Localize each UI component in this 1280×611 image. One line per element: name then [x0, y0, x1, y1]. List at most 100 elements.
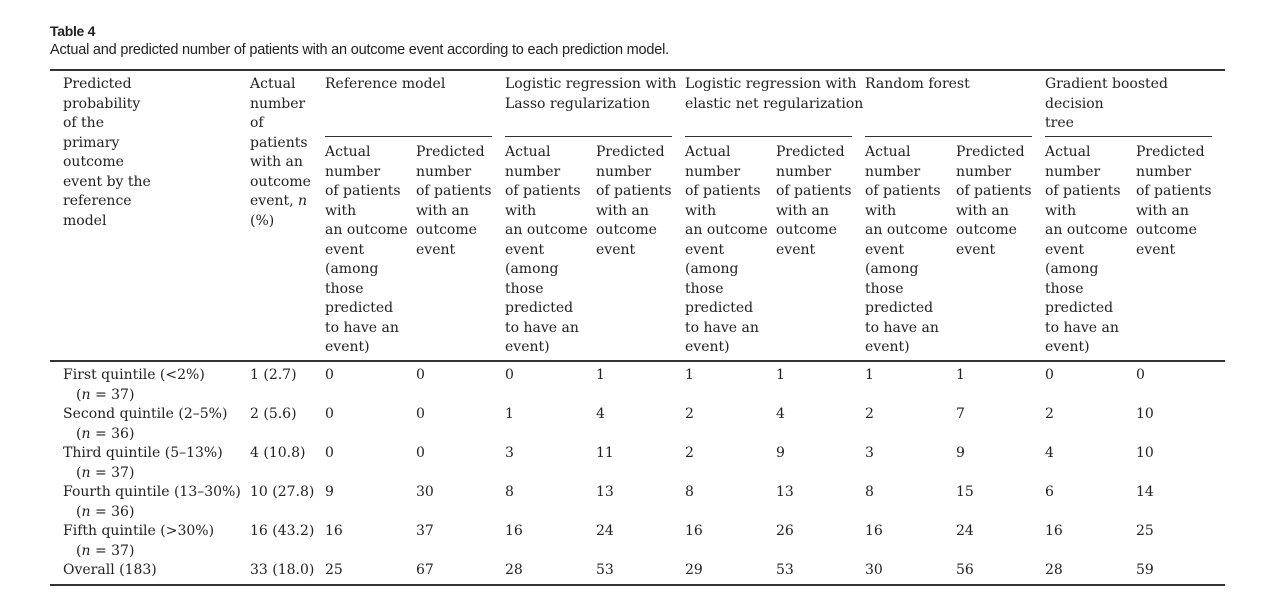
subheader-actual: Actual number of patients with an outcom… — [505, 144, 588, 355]
actual-value-cell: 2 — [685, 445, 694, 461]
actual-value-cell: 6 — [1045, 484, 1054, 500]
subheader-predicted: Predicted number of patients with an out… — [956, 144, 1032, 258]
predicted-value-cell: 4 — [776, 406, 785, 422]
predicted-value-cell: 59 — [1136, 562, 1154, 578]
predicted-value-cell: 15 — [956, 484, 974, 500]
predicted-value-cell: 24 — [596, 523, 614, 539]
actual-count-cell: 1 (2.7) — [250, 367, 297, 383]
predicted-value-cell: 11 — [596, 445, 614, 461]
actual-value-cell: 29 — [685, 562, 703, 578]
header-rule — [50, 360, 1225, 362]
group-rule-random-forest — [865, 136, 1032, 137]
group-rule-elastic-net — [685, 136, 852, 137]
predicted-value-cell: 0 — [416, 445, 425, 461]
actual-value-cell: 0 — [505, 367, 514, 383]
actual-value-cell: 1 — [685, 367, 694, 383]
row-label-text: Fourth quintile (13–30%) — [63, 484, 241, 500]
actual-value-cell: 0 — [325, 445, 334, 461]
row-label-text: Overall (183) — [63, 562, 157, 578]
row-label: First quintile (<2%) (n = 37) — [63, 366, 205, 405]
row-label-text: Fifth quintile (>30%) — [63, 523, 215, 539]
actual-value-cell: 0 — [325, 406, 334, 422]
row-label-n: (n = 37) — [76, 386, 135, 403]
actual-value-cell: 1 — [865, 367, 874, 383]
table-title: Actual and predicted number of patients … — [50, 42, 669, 58]
actual-value-cell: 1 — [505, 406, 514, 422]
header-model-random-forest: Random forest — [865, 76, 970, 92]
top-rule — [50, 69, 1225, 71]
actual-value-cell: 8 — [685, 484, 694, 500]
row-label-text: First quintile (<2%) — [63, 367, 205, 383]
predicted-value-cell: 7 — [956, 406, 965, 422]
subheader-predicted: Predicted number of patients with an out… — [776, 144, 852, 258]
actual-value-cell: 0 — [1045, 367, 1054, 383]
header-model-elastic-net: Logistic regression with elastic net reg… — [685, 76, 864, 112]
row-label: Fifth quintile (>30%) (n = 37) — [63, 522, 214, 561]
actual-count-cell: 16 (43.2) — [250, 523, 315, 539]
actual-count-cell: 33 (18.0) — [250, 562, 315, 578]
predicted-value-cell: 25 — [1136, 523, 1154, 539]
actual-value-cell: 9 — [325, 484, 334, 500]
actual-value-cell: 25 — [325, 562, 343, 578]
actual-count-cell: 4 (10.8) — [250, 445, 306, 461]
group-rule-lasso — [505, 136, 672, 137]
group-rule-reference — [325, 136, 492, 137]
predicted-value-cell: 53 — [776, 562, 794, 578]
predicted-value-cell: 10 — [1136, 445, 1154, 461]
row-label-text: Third quintile (5–13%) — [63, 445, 223, 461]
subheader-actual: Actual number of patients with an outcom… — [1045, 144, 1128, 355]
predicted-value-cell: 9 — [956, 445, 965, 461]
subheader-actual: Actual number of patients with an outcom… — [685, 144, 768, 355]
predicted-value-cell: 37 — [416, 523, 434, 539]
row-label: Second quintile (2–5%) (n = 36) — [63, 405, 227, 444]
actual-value-cell: 16 — [325, 523, 343, 539]
header-model-gradient-boosted: Gradient boosted decision tree — [1045, 76, 1168, 131]
predicted-value-cell: 1 — [776, 367, 785, 383]
actual-value-cell: 3 — [865, 445, 874, 461]
predicted-value-cell: 4 — [596, 406, 605, 422]
row-label-n: (n = 37) — [76, 464, 135, 481]
row-label: Fourth quintile (13–30%) (n = 36) — [63, 483, 241, 522]
actual-value-cell: 28 — [505, 562, 523, 578]
actual-value-cell: 8 — [865, 484, 874, 500]
row-label-n: (n = 37) — [76, 542, 135, 559]
header-model-lasso: Logistic regression with Lasso regulariz… — [505, 76, 677, 112]
actual-count-cell: 10 (27.8) — [250, 484, 315, 500]
subheader-predicted: Predicted number of patients with an out… — [596, 144, 672, 258]
predicted-value-cell: 30 — [416, 484, 434, 500]
predicted-value-cell: 13 — [596, 484, 614, 500]
subheader-predicted: Predicted number of patients with an out… — [416, 144, 492, 258]
group-rule-gradient-boosted — [1045, 136, 1212, 137]
subheader-actual: Actual number of patients with an outcom… — [325, 144, 408, 355]
actual-value-cell: 0 — [325, 367, 334, 383]
actual-value-cell: 28 — [1045, 562, 1063, 578]
predicted-value-cell: 10 — [1136, 406, 1154, 422]
header-predicted-probability: Predicted probability of the primary out… — [63, 76, 151, 229]
actual-value-cell: 8 — [505, 484, 514, 500]
row-label: Third quintile (5–13%) (n = 37) — [63, 444, 223, 483]
predicted-value-cell: 9 — [776, 445, 785, 461]
row-label-n: (n = 36) — [76, 503, 135, 520]
subheader-actual: Actual number of patients with an outcom… — [865, 144, 948, 355]
predicted-value-cell: 24 — [956, 523, 974, 539]
row-label-n: (n = 36) — [76, 425, 135, 442]
actual-value-cell: 4 — [1045, 445, 1054, 461]
table-label: Table 4 — [50, 23, 96, 39]
row-label: Overall (183) — [63, 561, 157, 581]
predicted-value-cell: 0 — [416, 367, 425, 383]
predicted-value-cell: 1 — [956, 367, 965, 383]
predicted-value-cell: 56 — [956, 562, 974, 578]
actual-value-cell: 2 — [685, 406, 694, 422]
actual-value-cell: 2 — [865, 406, 874, 422]
actual-count-cell: 2 (5.6) — [250, 406, 297, 422]
predicted-value-cell: 0 — [416, 406, 425, 422]
actual-value-cell: 2 — [1045, 406, 1054, 422]
bottom-rule — [50, 584, 1225, 586]
actual-value-cell: 16 — [505, 523, 523, 539]
subheader-predicted: Predicted number of patients with an out… — [1136, 144, 1212, 258]
actual-value-cell: 16 — [685, 523, 703, 539]
row-label-text: Second quintile (2–5%) — [63, 406, 228, 422]
table-caption: Table 4 Actual and predicted number of p… — [50, 22, 1230, 59]
predicted-value-cell: 13 — [776, 484, 794, 500]
header-model-reference: Reference model — [325, 76, 446, 92]
